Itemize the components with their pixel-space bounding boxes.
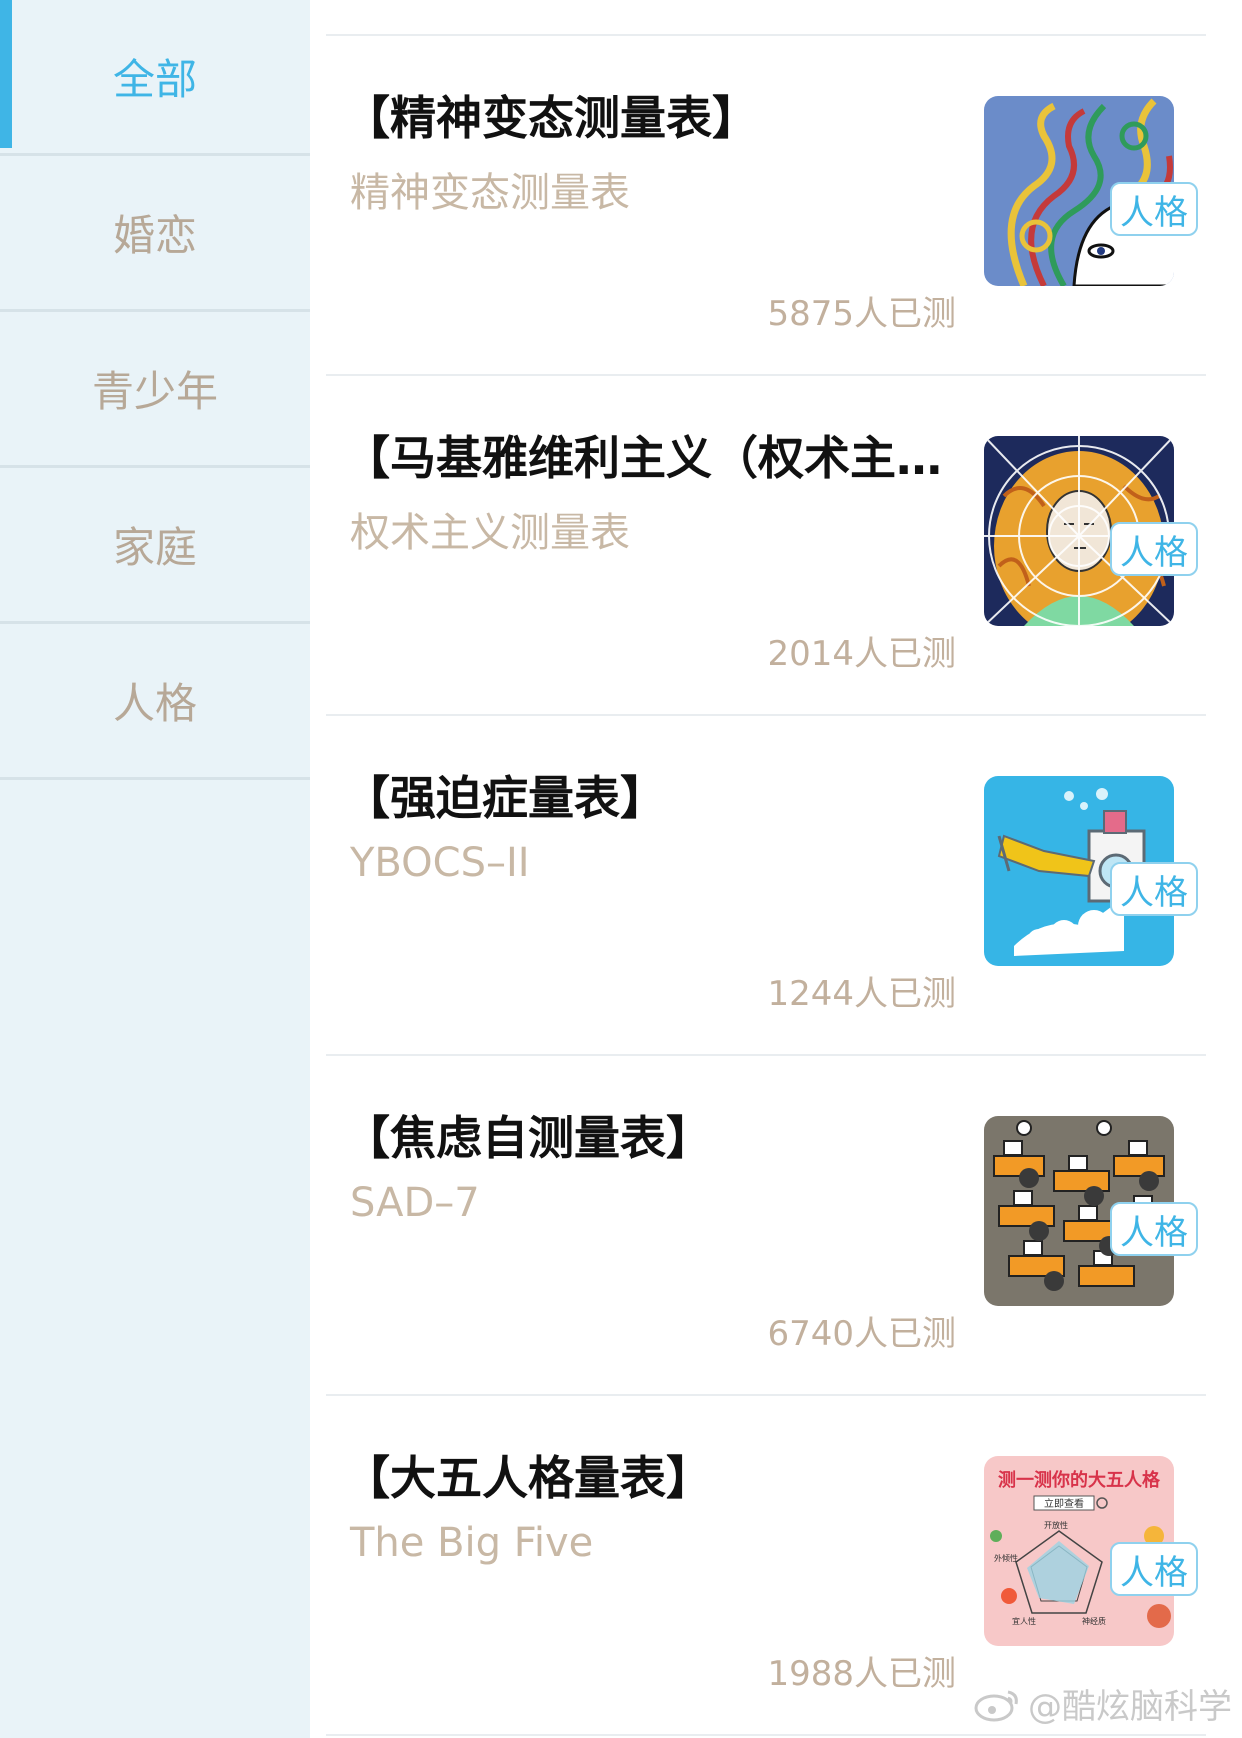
tag-badge: 人格: [1110, 1542, 1198, 1596]
trait-label: 外倾性: [994, 1553, 1018, 1563]
test-title: 【大五人格量表】: [344, 1451, 712, 1505]
tag-badge: 人格: [1110, 522, 1198, 576]
test-card-ocd[interactable]: 【强迫症量表】 YBOCS–II 1244人已测 人格: [326, 716, 1206, 1056]
test-title: 【焦虑自测量表】: [344, 1111, 712, 1165]
tag-badge: 人格: [1110, 1202, 1198, 1256]
test-title: 【精神变态测量表】: [344, 91, 758, 145]
test-card-machiavellianism[interactable]: 【马基雅维利主义（权术主义测量表）】 权术主义测量表 2014人已测: [326, 376, 1206, 716]
test-count: 2014人已测: [767, 634, 956, 674]
test-subtitle: YBOCS–II: [350, 840, 530, 886]
test-list: 【精神变态测量表】 精神变态测量表 5875人已测 人格 【马基雅维利主义（权术…: [326, 0, 1206, 1738]
poster-heading: 测一测你的大五人格: [998, 1469, 1161, 1491]
category-all[interactable]: 全部: [0, 0, 310, 156]
category-youth[interactable]: 青少年: [0, 312, 310, 468]
test-title: 【马基雅维利主义（权术主义测量表）】: [344, 431, 984, 485]
category-label: 家庭: [112, 523, 197, 572]
test-count: 1244人已测: [767, 974, 956, 1014]
test-count: 5875人已测: [767, 294, 956, 334]
test-subtitle: 精神变态测量表: [350, 170, 630, 216]
weibo-icon: [974, 1690, 1018, 1721]
trait-label: 宜人性: [1012, 1616, 1036, 1626]
watermark: @酷炫脑科学: [972, 1679, 1232, 1728]
tag-badge: 人格: [1110, 862, 1198, 916]
test-card-anxiety[interactable]: 【焦虑自测量表】 SAD–7 6740人已测 人格: [326, 1056, 1206, 1396]
watermark-text: @酷炫脑科学: [1028, 1687, 1232, 1727]
test-subtitle: The Big Five: [350, 1520, 594, 1566]
poster-button: 立即查看: [1044, 1497, 1084, 1510]
category-family[interactable]: 家庭: [0, 468, 310, 624]
active-indicator: [0, 0, 12, 148]
test-card-psychopathy[interactable]: 【精神变态测量表】 精神变态测量表 5875人已测 人格: [326, 36, 1206, 376]
test-count: 6740人已测: [767, 1314, 956, 1354]
test-subtitle: 权术主义测量表: [350, 510, 630, 556]
category-romance[interactable]: 婚恋: [0, 156, 310, 312]
category-sidebar: 全部 婚恋 青少年 家庭 人格: [0, 0, 310, 1738]
test-list-screen: 全部 婚恋 青少年 家庭 人格 【精神变态测量表】 精神变态测量表 5875人已…: [0, 0, 1242, 1738]
test-title: 【强迫症量表】: [344, 771, 666, 825]
test-count: 1988人已测: [767, 1654, 956, 1694]
category-label: 婚恋: [112, 211, 197, 260]
trait-label: 神经质: [1082, 1616, 1106, 1626]
category-label: 全部: [112, 55, 197, 104]
tag-badge: 人格: [1110, 182, 1198, 236]
category-label: 人格: [112, 679, 197, 728]
category-label: 青少年: [91, 367, 218, 416]
trait-label: 开放性: [1044, 1520, 1068, 1530]
test-subtitle: SAD–7: [350, 1180, 480, 1226]
category-personality[interactable]: 人格: [0, 624, 310, 780]
